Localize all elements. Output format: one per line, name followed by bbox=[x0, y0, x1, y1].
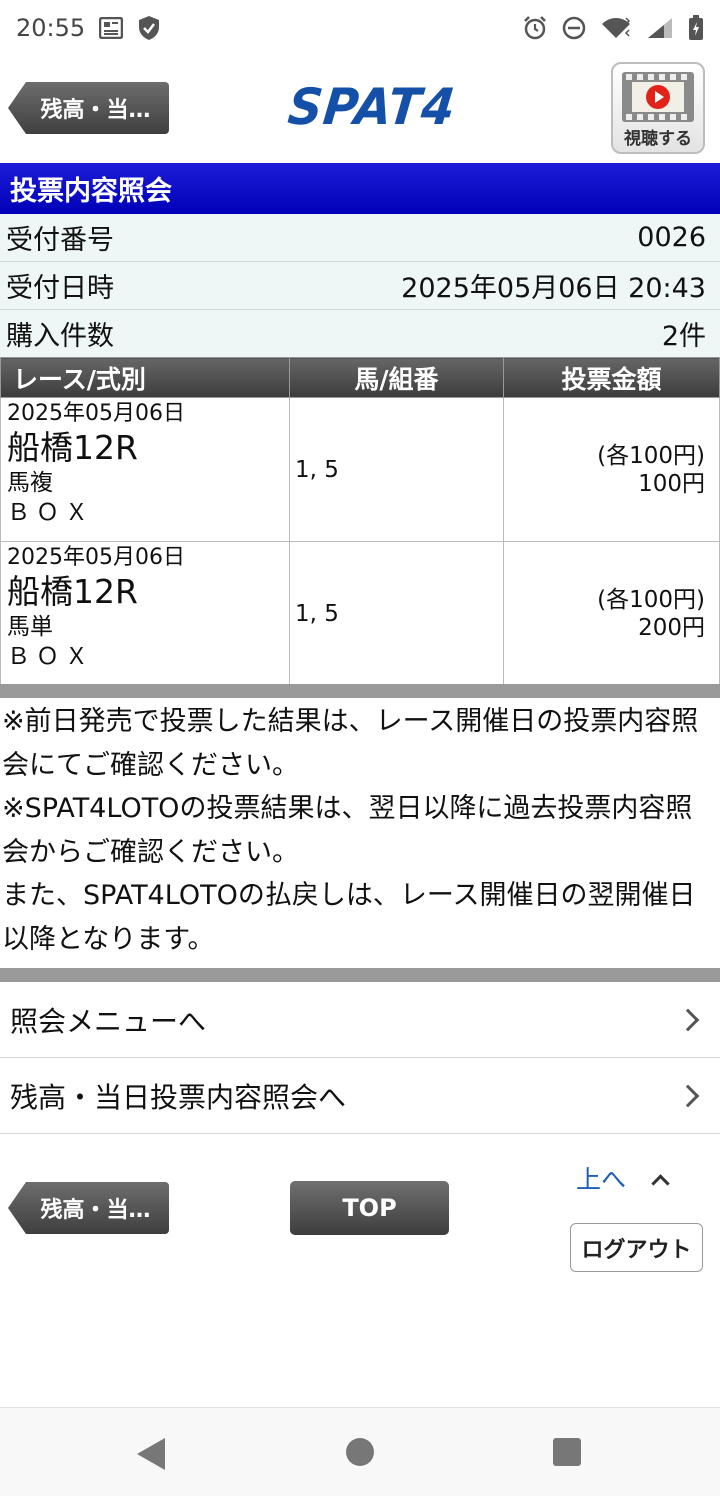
table-header-row: レース/式別 馬/組番 投票金額 bbox=[0, 357, 720, 398]
receipt-number-label: 受付番号 bbox=[6, 225, 114, 256]
unit-amount: (各100円) bbox=[597, 442, 705, 469]
note-text: ※前日発売で投票した結果は、レース開催日の投票内容照会にてご確認ください。 bbox=[2, 706, 699, 781]
app-header: 残高・当… SPAT4 視聴する bbox=[0, 56, 720, 162]
race-date: 2025年05月06日 bbox=[7, 545, 185, 570]
receipt-number-value: 0026 bbox=[637, 222, 706, 253]
nav-list: 照会メニューへ 残高・当日投票内容照会へ bbox=[0, 982, 720, 1134]
notes: ※前日発売で投票した結果は、レース開催日の投票内容照会にてご確認ください。 ※S… bbox=[0, 700, 720, 961]
race-name: 船橋12R bbox=[7, 428, 138, 467]
film-play-icon bbox=[622, 72, 694, 122]
total-amount: 100円 bbox=[638, 470, 705, 497]
nav-home-icon[interactable] bbox=[346, 1438, 374, 1466]
bet-type: 馬複 bbox=[7, 470, 53, 496]
note-text: ※SPAT4LOTOの投票結果は、翌日以降に過去投票内容照会からご確認ください。 bbox=[2, 793, 693, 868]
wifi-icon bbox=[602, 17, 631, 38]
receipt-number-row: 受付番号 0026 bbox=[0, 214, 720, 262]
news-icon bbox=[99, 17, 124, 39]
nav-item-inquiry-menu[interactable]: 照会メニューへ bbox=[0, 982, 720, 1058]
chevron-up-icon bbox=[651, 1173, 670, 1193]
note-text: また、SPAT4LOTOの払戻しは、レース開催日の翌開催日以降となります。 bbox=[2, 880, 696, 955]
top-button[interactable]: TOP bbox=[290, 1181, 449, 1235]
nav-item-label: 照会メニューへ bbox=[10, 1004, 207, 1038]
table-row: 2025年05月06日 船橋12R 馬単 ＢＯＸ 1, 5 (各100円) 20… bbox=[0, 541, 720, 686]
header-horse-number: 馬/組番 bbox=[289, 357, 504, 398]
system-nav-bar bbox=[0, 1407, 720, 1496]
up-label: 上へ bbox=[576, 1165, 627, 1194]
horse-numbers: 1, 5 bbox=[289, 397, 504, 542]
nav-item-label: 残高・当日投票内容照会へ bbox=[10, 1080, 347, 1114]
do-not-disturb-icon bbox=[562, 16, 586, 40]
chevron-right-icon bbox=[676, 1084, 700, 1107]
signal-icon bbox=[648, 18, 672, 38]
battery-icon bbox=[689, 15, 703, 40]
unit-amount: (各100円) bbox=[597, 586, 705, 613]
chevron-right-icon bbox=[676, 1008, 700, 1031]
race-cell: 2025年05月06日 船橋12R 馬複 ＢＯＸ bbox=[0, 397, 290, 542]
nav-item-balance-inquiry[interactable]: 残高・当日投票内容照会へ bbox=[0, 1058, 720, 1134]
status-bar: 20:55 bbox=[0, 0, 720, 56]
header-amount: 投票金額 bbox=[503, 357, 720, 398]
total-amount: 200円 bbox=[638, 614, 705, 641]
amount-cell: (各100円) 100円 bbox=[503, 397, 720, 542]
bet-type: 馬単 bbox=[7, 614, 53, 640]
page-title: 投票内容照会 bbox=[0, 163, 720, 214]
purchase-count-value: 2件 bbox=[661, 321, 706, 352]
status-time: 20:55 bbox=[16, 14, 86, 42]
purchase-count-row: 購入件数 2件 bbox=[0, 310, 720, 358]
alarm-icon bbox=[524, 16, 546, 40]
header-race-type: レース/式別 bbox=[0, 357, 290, 398]
table-row: 2025年05月06日 船橋12R 馬複 ＢＯＸ 1, 5 (各100円) 10… bbox=[0, 397, 720, 542]
logout-button[interactable]: ログアウト bbox=[570, 1223, 703, 1272]
received-at-label: 受付日時 bbox=[6, 273, 114, 304]
amount-cell: (各100円) 200円 bbox=[503, 541, 720, 686]
back-button[interactable]: 残高・当… bbox=[8, 82, 169, 134]
shield-icon bbox=[139, 16, 160, 40]
race-name: 船橋12R bbox=[7, 572, 138, 611]
bet-kind: ＢＯＸ bbox=[7, 644, 94, 670]
received-at-row: 受付日時 2025年05月06日 20:43 bbox=[0, 262, 720, 310]
bet-kind: ＢＯＸ bbox=[7, 500, 94, 526]
scroll-to-top-link[interactable]: 上へ bbox=[576, 1160, 670, 1196]
bet-table: レース/式別 馬/組番 投票金額 2025年05月06日 船橋12R 馬複 ＢＯ… bbox=[0, 357, 720, 686]
nav-recents-icon[interactable] bbox=[553, 1438, 581, 1466]
watch-button[interactable]: 視聴する bbox=[611, 62, 705, 154]
watch-label: 視聴する bbox=[624, 129, 692, 149]
received-at-value: 2025年05月06日 20:43 bbox=[401, 273, 706, 304]
horse-numbers: 1, 5 bbox=[289, 541, 504, 686]
purchase-count-label: 購入件数 bbox=[6, 321, 114, 352]
footer-back-button[interactable]: 残高・当… bbox=[8, 1182, 169, 1234]
race-cell: 2025年05月06日 船橋12R 馬単 ＢＯＸ bbox=[0, 541, 290, 686]
nav-back-icon[interactable] bbox=[137, 1438, 165, 1470]
divider bbox=[0, 684, 720, 698]
spat4-logo: SPAT4 bbox=[285, 78, 459, 136]
race-date: 2025年05月06日 bbox=[7, 401, 185, 426]
divider bbox=[0, 968, 720, 982]
